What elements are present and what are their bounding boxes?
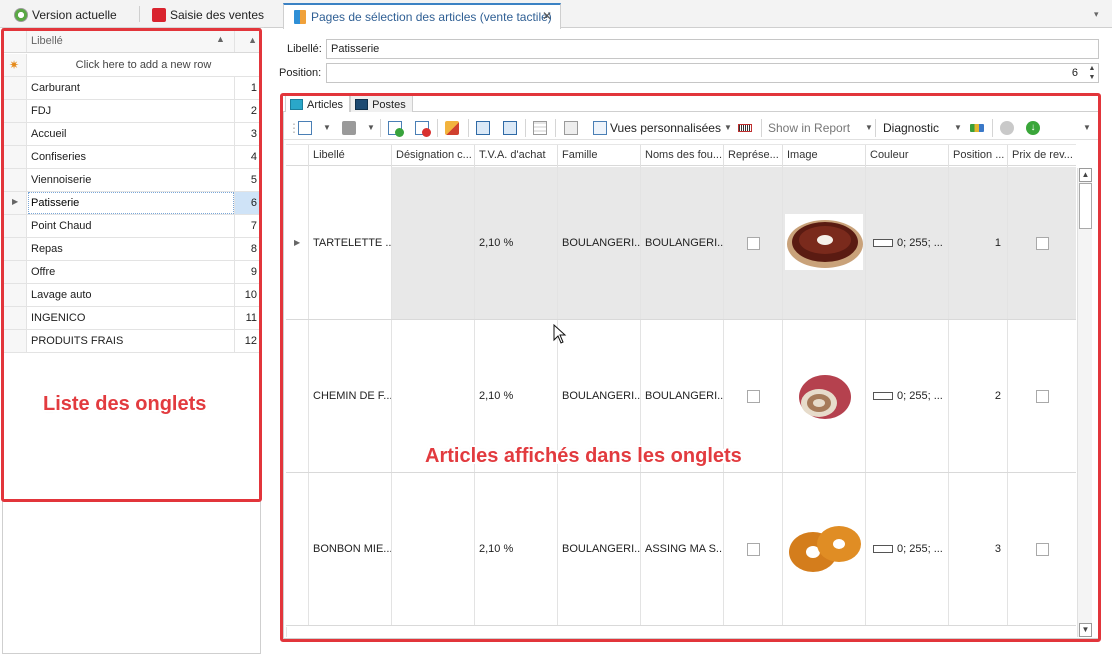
libelle-label: Libellé: <box>287 43 322 55</box>
tab-saisie-label: Saisie des ventes <box>170 8 265 22</box>
position-spinner[interactable]: ▲ ▼ <box>1086 64 1098 82</box>
position-value: 6 <box>1071 67 1078 79</box>
doc-tab-title: Pages de sélection des articles (vente t… <box>311 10 552 24</box>
right-annotation-frame <box>280 93 1101 642</box>
annotation-articles-affiches: Articles affichés dans les onglets <box>425 445 742 467</box>
left-annotation-frame <box>1 28 262 502</box>
position-field[interactable]: 6 <box>326 63 1099 83</box>
tab-divider <box>139 6 140 22</box>
libelle-field[interactable]: Patisserie <box>326 39 1099 59</box>
close-icon[interactable]: ✕ <box>542 9 552 23</box>
position-label: Position: <box>279 67 322 79</box>
shopping-bag-icon <box>152 8 166 22</box>
page-icon <box>294 10 306 24</box>
tab-saisie-des-ventes[interactable]: Saisie des ventes <box>152 6 264 24</box>
annotation-liste-onglets: Liste des onglets <box>43 393 207 415</box>
libelle-value: Patisserie <box>331 43 380 55</box>
refresh-icon <box>14 8 28 22</box>
chevron-down-icon[interactable]: ▾ <box>1094 9 1099 20</box>
tab-version-actuelle[interactable]: Version actuelle <box>14 6 117 24</box>
tab-version-label: Version actuelle <box>32 8 117 22</box>
tab-pages-selection-articles[interactable]: Pages de sélection des articles (vente t… <box>283 3 561 29</box>
